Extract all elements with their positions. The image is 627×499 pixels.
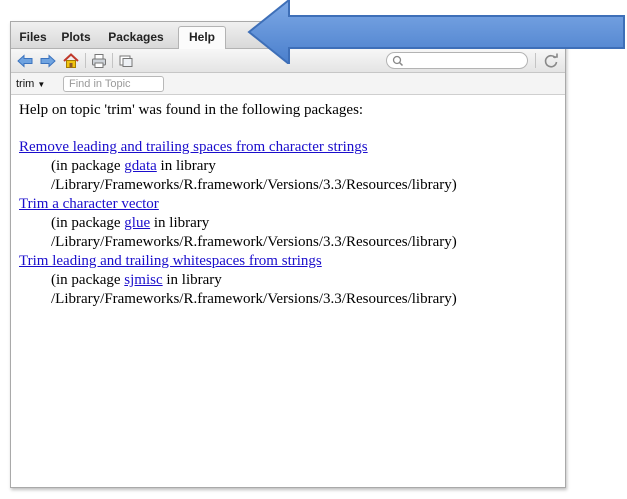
package-info: (in package gdata in library — [19, 157, 564, 176]
tab-plots[interactable]: Plots — [57, 27, 95, 48]
topic-dropdown[interactable]: trim ▼ — [16, 76, 45, 92]
home-icon[interactable] — [62, 52, 80, 70]
back-arrow-icon[interactable] — [16, 52, 34, 70]
chevron-down-icon: ▼ — [37, 80, 46, 89]
list-item: Trim a character vector (in package glue… — [19, 195, 564, 252]
list-item: Remove leading and trailing spaces from … — [19, 138, 564, 195]
print-icon[interactable] — [90, 52, 108, 70]
package-prefix: (in package — [51, 215, 125, 231]
package-info: (in package glue in library — [19, 214, 564, 233]
help-pane: Files Plots Packages Help trim ▼ Find in… — [10, 21, 566, 488]
package-link[interactable]: gdata — [124, 158, 156, 174]
package-link[interactable]: glue — [124, 215, 150, 231]
tab-files[interactable]: Files — [16, 27, 50, 48]
find-in-topic-input[interactable] — [63, 76, 164, 92]
help-content: Help on topic 'trim' was found in the fo… — [19, 101, 564, 309]
annotation-arrow-icon — [247, 0, 625, 64]
find-bar: trim ▼ — [11, 73, 565, 95]
library-path: /Library/Frameworks/R.framework/Versions… — [51, 291, 457, 307]
package-prefix: (in package — [51, 158, 125, 174]
tab-help[interactable]: Help — [178, 26, 226, 50]
list-item: Trim leading and trailing whitespaces fr… — [19, 252, 564, 309]
library-path: /Library/Frameworks/R.framework/Versions… — [51, 234, 457, 250]
package-info: (in package sjmisc in library — [19, 271, 564, 290]
library-path: /Library/Frameworks/R.framework/Versions… — [51, 177, 457, 193]
help-heading: Help on topic 'trim' was found in the fo… — [19, 102, 364, 118]
help-topic-link[interactable]: Remove leading and trailing spaces from … — [19, 139, 368, 155]
package-suffix: in library — [162, 272, 222, 288]
help-topic-link[interactable]: Trim leading and trailing whitespaces fr… — [19, 253, 322, 269]
toolbar-separator — [112, 53, 113, 68]
tab-packages[interactable]: Packages — [102, 27, 170, 48]
toolbar-separator — [85, 53, 86, 68]
forward-arrow-icon[interactable] — [39, 52, 57, 70]
package-link[interactable]: sjmisc — [124, 272, 162, 288]
new-window-icon[interactable] — [117, 52, 135, 70]
help-topic-link[interactable]: Trim a character vector — [19, 196, 159, 212]
package-suffix: in library — [156, 158, 216, 174]
package-prefix: (in package — [51, 272, 125, 288]
package-suffix: in library — [150, 215, 210, 231]
topic-value: trim — [16, 78, 35, 90]
